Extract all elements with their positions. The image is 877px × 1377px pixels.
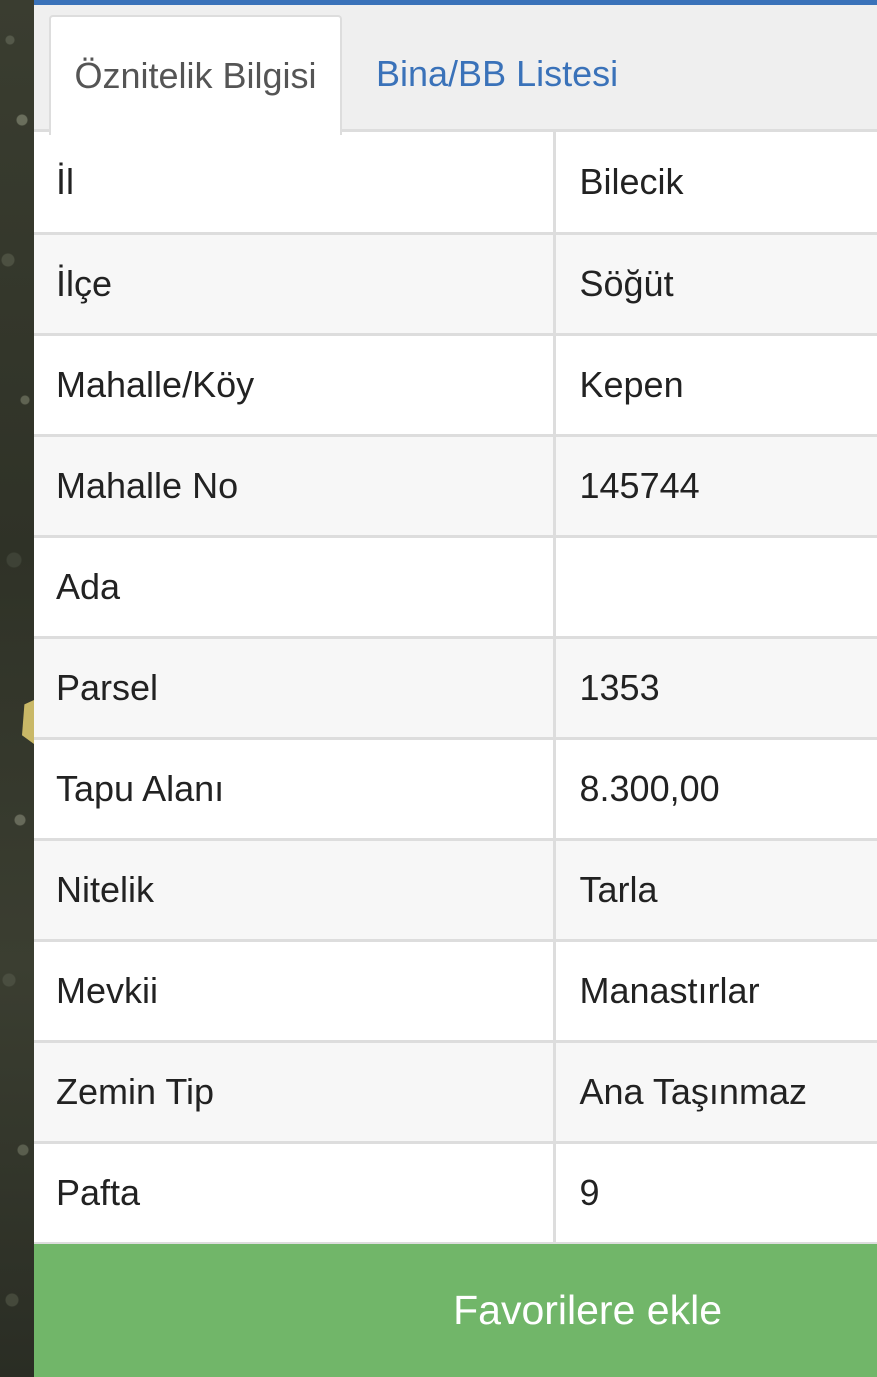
attribute-key: Ada (34, 534, 556, 639)
parcel-highlight (22, 700, 34, 744)
attribute-value: Ana Taşınmaz (552, 1039, 877, 1144)
map-background[interactable] (0, 0, 34, 1377)
attribute-key: Parsel (34, 635, 556, 740)
attribute-value: Kepen (552, 332, 877, 437)
attribute-value: 8.300,00 (552, 736, 877, 841)
tab-attribute-info[interactable]: Öznitelik Bilgisi (49, 15, 342, 135)
attribute-key: Mahalle No (34, 433, 556, 538)
attribute-value: Bilecik (552, 132, 877, 235)
attribute-value: Manastırlar (552, 938, 877, 1043)
attribute-table: İl Bilecik İlçe Söğüt Mahalle/Köy Kepen … (34, 132, 877, 1245)
attribute-value (552, 534, 877, 639)
info-panel: Öznitelik Bilgisi Bina/BB Listesi İl Bil… (34, 0, 877, 1377)
table-row: Zemin Tip Ana Taşınmaz (34, 1039, 877, 1144)
table-row: Mahalle/Köy Kepen (34, 332, 877, 437)
attribute-key: İlçe (34, 231, 556, 336)
attribute-key: Tapu Alanı (34, 736, 556, 841)
attribute-key: Nitelik (34, 837, 556, 942)
table-row: Mevkii Manastırlar (34, 938, 877, 1043)
attribute-key: Mevkii (34, 938, 556, 1043)
attribute-value: Söğüt (552, 231, 877, 336)
attribute-key: Mahalle/Köy (34, 332, 556, 437)
table-row: Tapu Alanı 8.300,00 (34, 736, 877, 841)
table-row: Mahalle No 145744 (34, 433, 877, 538)
attribute-key: İl (34, 132, 556, 235)
table-row: Nitelik Tarla (34, 837, 877, 942)
attribute-key: Zemin Tip (34, 1039, 556, 1144)
table-row: İlçe Söğüt (34, 231, 877, 336)
table-row: Ada (34, 534, 877, 639)
table-row: İl Bilecik (34, 132, 877, 235)
attribute-key: Pafta (34, 1140, 556, 1245)
attribute-value: Tarla (552, 837, 877, 942)
table-row: Parsel 1353 (34, 635, 877, 740)
attribute-value: 1353 (552, 635, 877, 740)
add-to-favorites-button[interactable]: Favorilere ekle (34, 1244, 877, 1377)
tab-bar: Öznitelik Bilgisi Bina/BB Listesi (34, 5, 877, 135)
attribute-value: 145744 (552, 433, 877, 538)
tab-building-list[interactable]: Bina/BB Listesi (376, 15, 618, 132)
attribute-value: 9 (552, 1140, 877, 1245)
table-row: Pafta 9 (34, 1140, 877, 1245)
